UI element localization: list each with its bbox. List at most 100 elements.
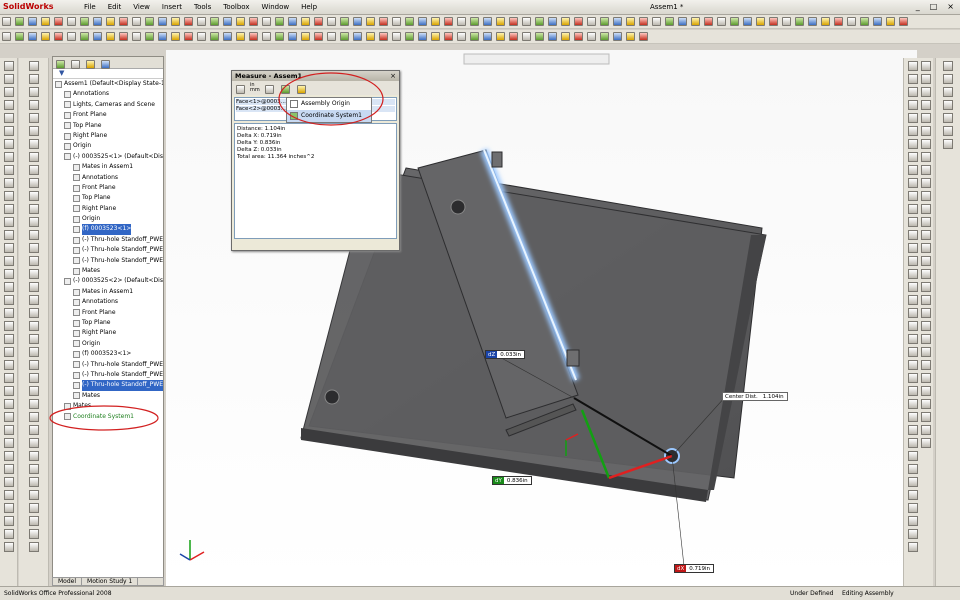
left-tool-icon[interactable] [3,243,14,253]
right2-tool-icon[interactable] [921,360,931,370]
standard-tool-icon[interactable] [106,17,115,26]
assembly-tool-icon[interactable] [405,32,414,41]
standard-tool-icon[interactable] [28,17,37,26]
standard-tool-icon[interactable] [574,17,583,26]
assembly-tool-icon[interactable] [509,32,518,41]
standard-tool-icon[interactable] [457,17,466,26]
left2-tool-icon[interactable] [28,126,39,136]
standard-tool-icon[interactable] [340,17,349,26]
tree-item[interactable]: (f) 0003523<1> [55,224,163,235]
standard-tool-icon[interactable] [54,17,63,26]
right-tool-icon[interactable] [907,204,918,214]
left-tool-icon[interactable] [3,360,14,370]
standard-tool-icon[interactable] [301,17,310,26]
standard-tool-icon[interactable] [496,17,505,26]
standard-tool-icon[interactable] [873,17,882,26]
dy-dimension[interactable]: dY 0.836in [492,476,532,485]
standard-tool-icon[interactable] [535,17,544,26]
assembly-tool-icon[interactable] [275,32,284,41]
right2-tool-icon[interactable] [921,204,931,214]
hole-1[interactable] [450,199,466,215]
standard-tool-icon[interactable] [717,17,726,26]
assembly-tool-icon[interactable] [15,32,24,41]
tree-item[interactable]: Mates in Assem1 [55,162,163,172]
assembly-tool-icon[interactable] [574,32,583,41]
right-tool-icon[interactable] [907,503,918,513]
assembly-tool-icon[interactable] [106,32,115,41]
assembly-tool-icon[interactable] [171,32,180,41]
standoff-top[interactable] [491,151,503,168]
standard-tool-icon[interactable] [899,17,908,26]
standard-tool-icon[interactable] [691,17,700,26]
right-tool-icon[interactable] [907,178,918,188]
tree-item[interactable]: (-) Thru-hole Standoff_PWE [55,245,163,255]
left-tool-icon[interactable] [3,295,14,305]
right2-tool-icon[interactable] [921,334,931,344]
standard-tool-icon[interactable] [379,17,388,26]
minimize-button[interactable]: _ [916,2,920,11]
right-tool-icon[interactable] [907,139,918,149]
right-tool-icon[interactable] [907,256,918,266]
right2-tool-icon[interactable] [921,282,931,292]
tree-item[interactable]: Lights, Cameras and Scene [55,100,163,110]
standard-tool-icon[interactable] [834,17,843,26]
standard-tool-icon[interactable] [730,17,739,26]
standard-tool-icon[interactable] [626,17,635,26]
tree-item[interactable]: Origin [55,339,163,349]
tree-item[interactable]: Origin [55,141,163,151]
standard-tool-icon[interactable] [405,17,414,26]
tab-motion-study[interactable]: Motion Study 1 [82,578,139,585]
units-button[interactable]: in mm [250,83,260,93]
standard-tool-icon[interactable] [249,17,258,26]
assembly-tool-icon[interactable] [587,32,596,41]
left-tool-icon[interactable] [3,386,14,396]
left2-tool-icon[interactable] [28,243,39,253]
right-tool-icon[interactable] [907,87,918,97]
left-tool-icon[interactable] [3,204,14,214]
left-tool-icon[interactable] [3,126,14,136]
standard-tool-icon[interactable] [808,17,817,26]
tree-item[interactable]: Annotations [55,173,163,183]
standoff-mid[interactable] [566,349,580,367]
right2-tool-icon[interactable] [921,373,931,383]
standard-tool-icon[interactable] [743,17,752,26]
right-tool-icon[interactable] [907,386,918,396]
assembly-tool-icon[interactable] [314,32,323,41]
left-tool-icon[interactable] [3,308,14,318]
standard-tool-icon[interactable] [275,17,284,26]
left2-tool-icon[interactable] [28,490,39,500]
right2-tool-icon[interactable] [921,61,931,71]
taskpane-tool-icon[interactable] [943,100,953,110]
assembly-tool-icon[interactable] [67,32,76,41]
assembly-tool-icon[interactable] [223,32,232,41]
tree-item[interactable]: Right Plane [55,131,163,141]
assembly-tool-icon[interactable] [392,32,401,41]
assembly-tool-icon[interactable] [327,32,336,41]
standard-tool-icon[interactable] [93,17,102,26]
standard-tool-icon[interactable] [548,17,557,26]
right2-tool-icon[interactable] [921,87,931,97]
right2-tool-icon[interactable] [921,230,931,240]
left2-tool-icon[interactable] [28,529,39,539]
right-tool-icon[interactable] [907,542,918,552]
standard-tool-icon[interactable] [262,17,271,26]
left-tool-icon[interactable] [3,74,14,84]
standard-tool-icon[interactable] [509,17,518,26]
right-tool-icon[interactable] [907,165,918,175]
assembly-tool-icon[interactable] [418,32,427,41]
standard-tool-icon[interactable] [652,17,661,26]
right-tool-icon[interactable] [907,360,918,370]
standard-tool-icon[interactable] [639,17,648,26]
standard-tool-icon[interactable] [587,17,596,26]
menu-toolbox[interactable]: Toolbox [217,3,255,11]
left2-tool-icon[interactable] [28,503,39,513]
left-tool-icon[interactable] [3,464,14,474]
right2-tool-icon[interactable] [921,295,931,305]
assembly-tool-icon[interactable] [301,32,310,41]
left-tool-icon[interactable] [3,269,14,279]
assembly-tool-icon[interactable] [366,32,375,41]
taskpane-tool-icon[interactable] [943,113,953,123]
left-tool-icon[interactable] [3,529,14,539]
tree-item[interactable]: (-) Thru-hole Standoff_PWE [55,360,163,370]
hole-2[interactable] [324,389,340,405]
